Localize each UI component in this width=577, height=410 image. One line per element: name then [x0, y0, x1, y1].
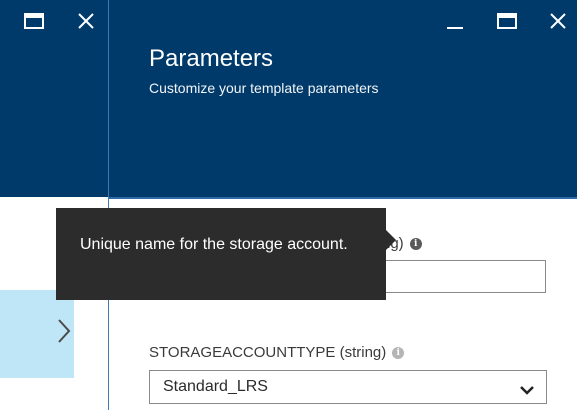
storage-account-type-label-text: STORAGEACCOUNTTYPE (string) [149, 344, 387, 361]
info-icon[interactable]: i [392, 347, 405, 359]
close-icon [77, 12, 95, 30]
info-icon[interactable]: i [409, 238, 422, 250]
close-button[interactable] [546, 9, 570, 33]
tooltip: Unique name for the storage account. [56, 208, 386, 300]
storage-account-type-select[interactable]: Standard_LRS [149, 370, 547, 404]
maximize-icon [23, 12, 45, 30]
chevron-right-icon[interactable] [56, 318, 72, 344]
left-close-button[interactable] [74, 9, 98, 33]
select-value: Standard_LRS [163, 378, 268, 395]
left-blade-header [0, 0, 109, 197]
page-title: Parameters [149, 45, 274, 72]
maximize-icon [496, 12, 518, 30]
left-maximize-button[interactable] [22, 9, 46, 33]
chevron-down-icon [520, 382, 534, 400]
minimize-icon [444, 10, 466, 32]
maximize-button[interactable] [495, 9, 519, 33]
close-icon [549, 12, 567, 30]
page-subtitle: Customize your template parameters [149, 80, 379, 96]
tooltip-arrow [386, 230, 396, 250]
minimize-button[interactable] [443, 9, 467, 33]
header-divider [109, 197, 577, 199]
storage-account-type-label: STORAGEACCOUNTTYPE (string) i [149, 344, 405, 362]
